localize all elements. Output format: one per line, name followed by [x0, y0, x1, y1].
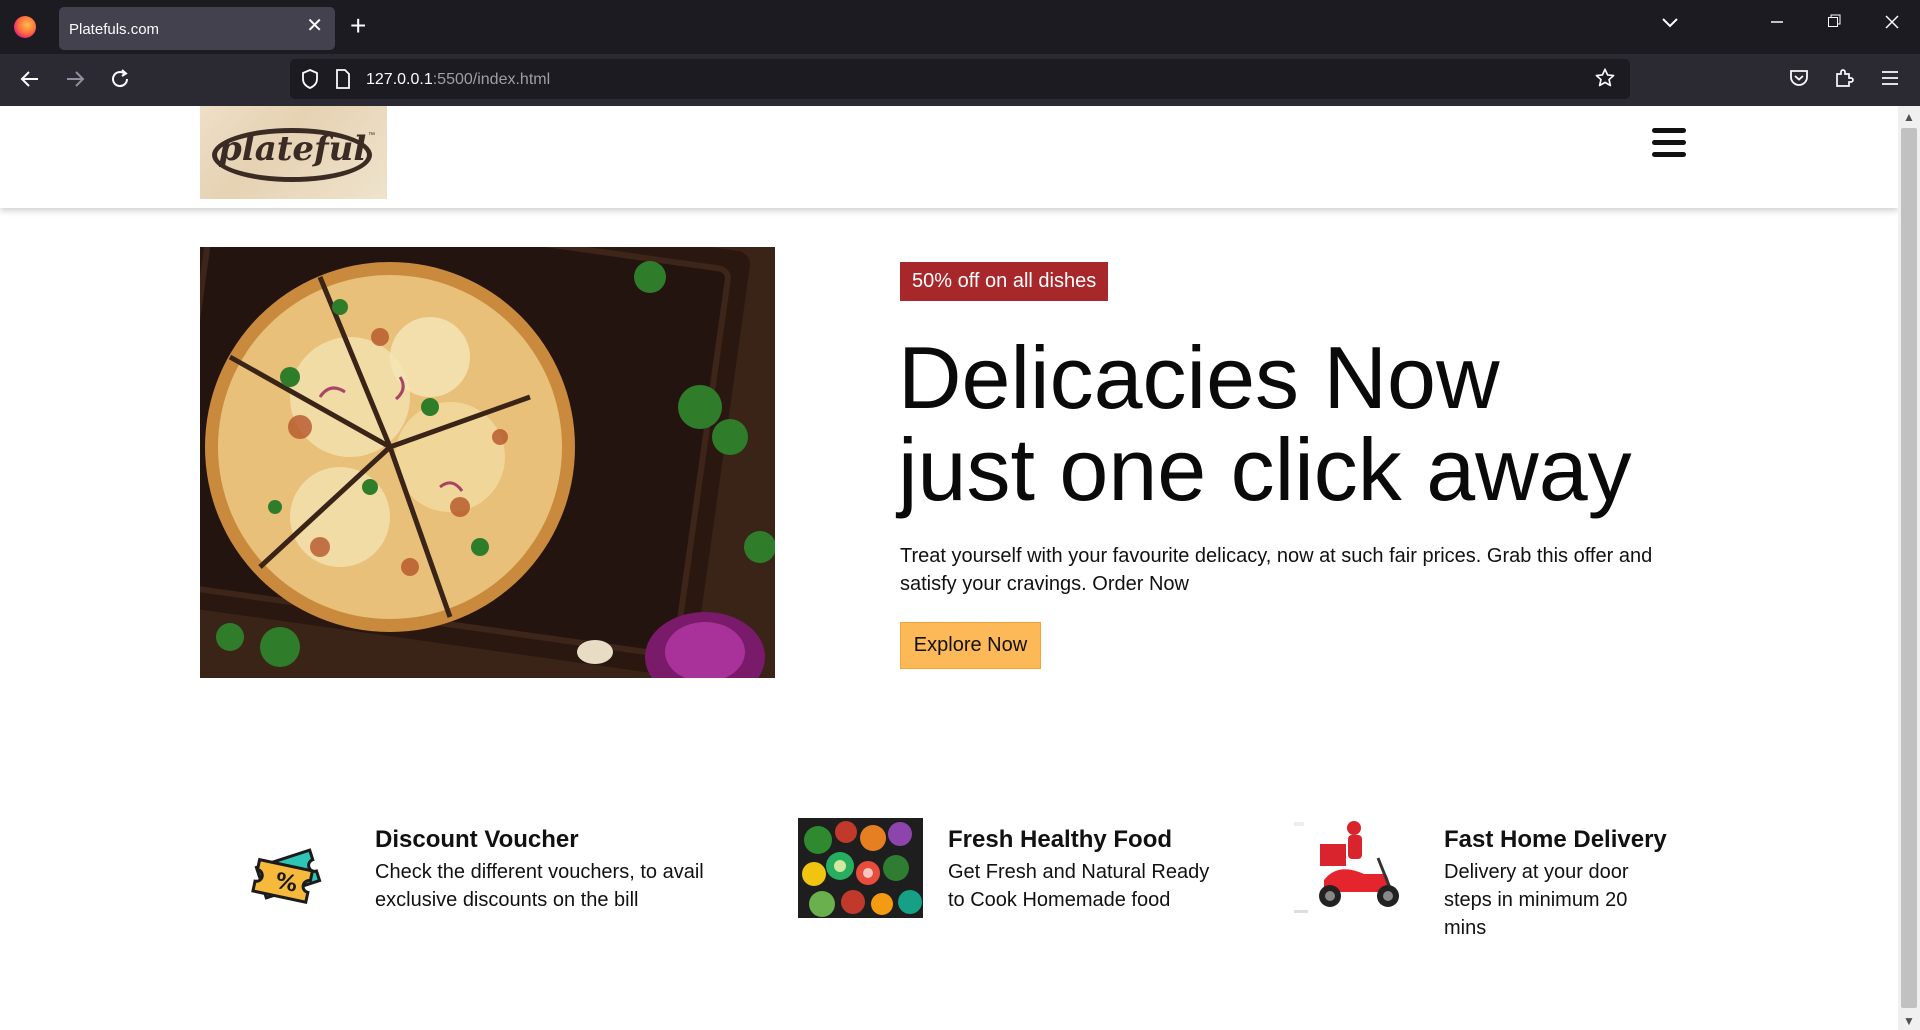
- feature-description: Get Fresh and Natural Ready to Cook Home…: [948, 861, 1210, 911]
- scrollbar-thumb[interactable]: [1901, 128, 1917, 1008]
- browser-tab-bar: Platefuls.com ✕ +: [0, 0, 1920, 54]
- feature-description: Check the different vouchers, to avail e…: [375, 861, 704, 911]
- feature-title: Fast Home Delivery: [1444, 826, 1667, 853]
- plateful-logo[interactable]: plateful ™: [200, 106, 387, 199]
- firefox-logo-icon[interactable]: [14, 16, 36, 38]
- address-bar[interactable]: 127.0.0.1:5500/index.html: [290, 59, 1630, 99]
- scroll-up-arrow-icon[interactable]: ▲: [1903, 110, 1915, 124]
- svg-text:plateful: plateful: [218, 129, 366, 169]
- browser-nav-bar: 127.0.0.1:5500/index.html: [0, 54, 1920, 106]
- extensions-puzzle-icon[interactable]: [1833, 67, 1855, 94]
- browser-tab-active[interactable]: Platefuls.com ✕: [59, 7, 335, 50]
- url-path: :5500/index.html: [432, 71, 551, 88]
- tab-title: Platefuls.com: [69, 21, 160, 38]
- hero-headline-line-1: Delicacies Now: [898, 328, 1500, 427]
- pocket-icon[interactable]: [1788, 67, 1810, 94]
- bookmark-star-icon[interactable]: [1594, 67, 1616, 94]
- close-window-icon[interactable]: [1884, 12, 1900, 38]
- delivery-scooter-image: [1294, 818, 1419, 918]
- page-scrollbar[interactable]: ▲ ▼: [1898, 106, 1920, 1030]
- tab-close-icon[interactable]: ✕: [306, 16, 323, 36]
- url-text[interactable]: 127.0.0.1:5500/index.html: [366, 71, 550, 89]
- logo-trademark: ™: [368, 132, 375, 139]
- feature-description: Delivery at your door steps in minimum 2…: [1444, 861, 1629, 939]
- restore-window-icon[interactable]: [1827, 12, 1841, 38]
- feature-title: Discount Voucher: [375, 826, 579, 853]
- logo-wordmark: plateful: [218, 129, 366, 169]
- list-all-tabs-icon[interactable]: [1662, 15, 1678, 33]
- url-host: 127.0.0.1: [366, 71, 433, 88]
- hamburger-menu-icon[interactable]: [1652, 128, 1686, 158]
- hero-headline-line-2: just one click away: [898, 420, 1632, 519]
- feature-title: Fresh Healthy Food: [948, 826, 1173, 853]
- page-info-icon[interactable]: [334, 68, 352, 95]
- scroll-down-arrow-icon[interactable]: ▼: [1903, 1014, 1915, 1028]
- vegetables-image: [798, 818, 923, 918]
- page-viewport: plateful ™ 50% off on all dishes Delicac…: [0, 106, 1898, 1030]
- hero-description: Treat yourself with your favourite delic…: [900, 545, 1653, 595]
- app-menu-icon[interactable]: [1880, 67, 1900, 94]
- forward-icon[interactable]: [63, 67, 87, 96]
- reload-icon[interactable]: [108, 67, 132, 96]
- site-header: plateful ™: [0, 106, 1898, 208]
- discount-badge: 50% off on all dishes: [900, 262, 1109, 301]
- tracking-protection-shield-icon[interactable]: [300, 68, 320, 95]
- minimize-window-icon[interactable]: [1770, 12, 1784, 38]
- back-icon[interactable]: [18, 67, 42, 96]
- new-tab-icon[interactable]: +: [350, 12, 366, 40]
- hero-pizza-image: [200, 247, 775, 678]
- explore-now-button[interactable]: Explore Now: [900, 622, 1041, 669]
- voucher-icon: %: [248, 834, 328, 919]
- hero-headline: Delicacies Now just one click away: [898, 332, 1632, 516]
